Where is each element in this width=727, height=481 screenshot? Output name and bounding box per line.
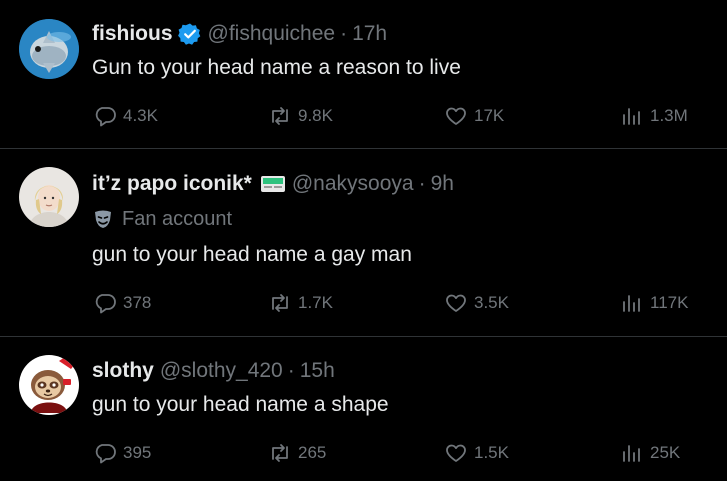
user-handle[interactable]: @slothy_420 [160, 359, 283, 383]
tweet-actions: 378 1.7K 3.5K 117K [0, 288, 727, 318]
tweet-header: fishious @fishquichee · 17h [92, 20, 387, 48]
sunfish-avatar-icon [19, 19, 79, 79]
repost-icon [272, 294, 288, 312]
views-chart-icon [623, 445, 640, 462]
tweet-actions: 4.3K 9.8K 17K 1.3M [0, 101, 727, 131]
like-count: 1.5K [474, 443, 509, 462]
heart-icon [446, 294, 466, 312]
views-chart-icon [623, 295, 640, 312]
tweet-text: Gun to your head name a reason to live [92, 56, 461, 79]
user-handle[interactable]: @fishquichee [208, 22, 336, 46]
views-count: 1.3M [650, 106, 688, 125]
display-name[interactable]: it’z papo iconik* [92, 172, 252, 196]
verified-badge-icon[interactable] [177, 22, 202, 46]
views-count: 25K [650, 443, 681, 462]
separator-dot: · [418, 172, 426, 195]
user-handle[interactable]: @nakysooya [292, 172, 414, 196]
reply-count: 378 [123, 293, 152, 312]
tweet[interactable]: it’z papo iconik* @nakysooya · 9h Fan ac… [0, 149, 727, 337]
tweet-header: slothy @slothy_420 · 15h [92, 357, 335, 385]
avatar[interactable] [19, 19, 79, 79]
like-count: 17K [474, 106, 505, 125]
separator-dot: · [340, 22, 348, 45]
avatar[interactable] [19, 355, 79, 415]
repost-count: 265 [298, 443, 327, 462]
reply-button[interactable]: 395 [93, 438, 151, 468]
separator-dot: · [287, 359, 295, 382]
views-chart-icon [623, 108, 640, 125]
tweet[interactable]: slothy @slothy_420 · 15h gun to your hea… [0, 337, 727, 481]
display-name[interactable]: slothy [92, 359, 154, 383]
reply-icon [95, 107, 116, 127]
tweet-actions: 395 265 1.5K 25K [0, 438, 727, 468]
views-count: 117K [650, 293, 689, 312]
like-button[interactable]: 3.5K [444, 288, 509, 318]
like-button[interactable]: 17K [444, 101, 504, 131]
display-name[interactable]: fishious [92, 22, 173, 46]
repost-count: 1.7K [298, 293, 333, 312]
views-button[interactable]: 1.3M [620, 101, 688, 131]
avatar[interactable] [19, 167, 79, 227]
like-count: 3.5K [474, 293, 509, 312]
reply-icon [95, 444, 116, 464]
repost-icon [272, 444, 288, 462]
heart-icon [446, 107, 466, 125]
fan-account-text: Fan account [122, 207, 233, 230]
timestamp[interactable]: 9h [431, 172, 454, 196]
repost-button[interactable]: 9.8K [268, 101, 333, 131]
timestamp[interactable]: 17h [352, 22, 387, 46]
views-button[interactable]: 117K [620, 288, 688, 318]
id-card-emoji-icon [260, 174, 286, 194]
theater-mask-icon [95, 210, 111, 228]
like-button[interactable]: 1.5K [444, 438, 509, 468]
reply-icon [95, 294, 116, 314]
repost-icon [272, 107, 288, 125]
tweet-text: gun to your head name a gay man [92, 243, 412, 266]
cartoon-sloth-avatar-icon [19, 355, 79, 415]
tweet-header: it’z papo iconik* @nakysooya · 9h [92, 170, 454, 198]
repost-button[interactable]: 265 [268, 438, 326, 468]
repost-button[interactable]: 1.7K [268, 288, 333, 318]
reply-button[interactable]: 4.3K [93, 101, 158, 131]
blonde-person-avatar-icon [19, 167, 79, 227]
timestamp[interactable]: 15h [300, 359, 335, 383]
tweet-text: gun to your head name a shape [92, 393, 389, 416]
tweet[interactable]: fishious @fishquichee · 17h Gun to your … [0, 0, 727, 149]
timeline-feed: fishious @fishquichee · 17h Gun to your … [0, 0, 727, 481]
views-button[interactable]: 25K [620, 438, 680, 468]
fan-account-label: Fan account [92, 206, 232, 232]
repost-count: 9.8K [298, 106, 333, 125]
reply-button[interactable]: 378 [93, 288, 151, 318]
reply-count: 395 [123, 443, 152, 462]
heart-icon [446, 444, 466, 462]
reply-count: 4.3K [123, 106, 158, 125]
